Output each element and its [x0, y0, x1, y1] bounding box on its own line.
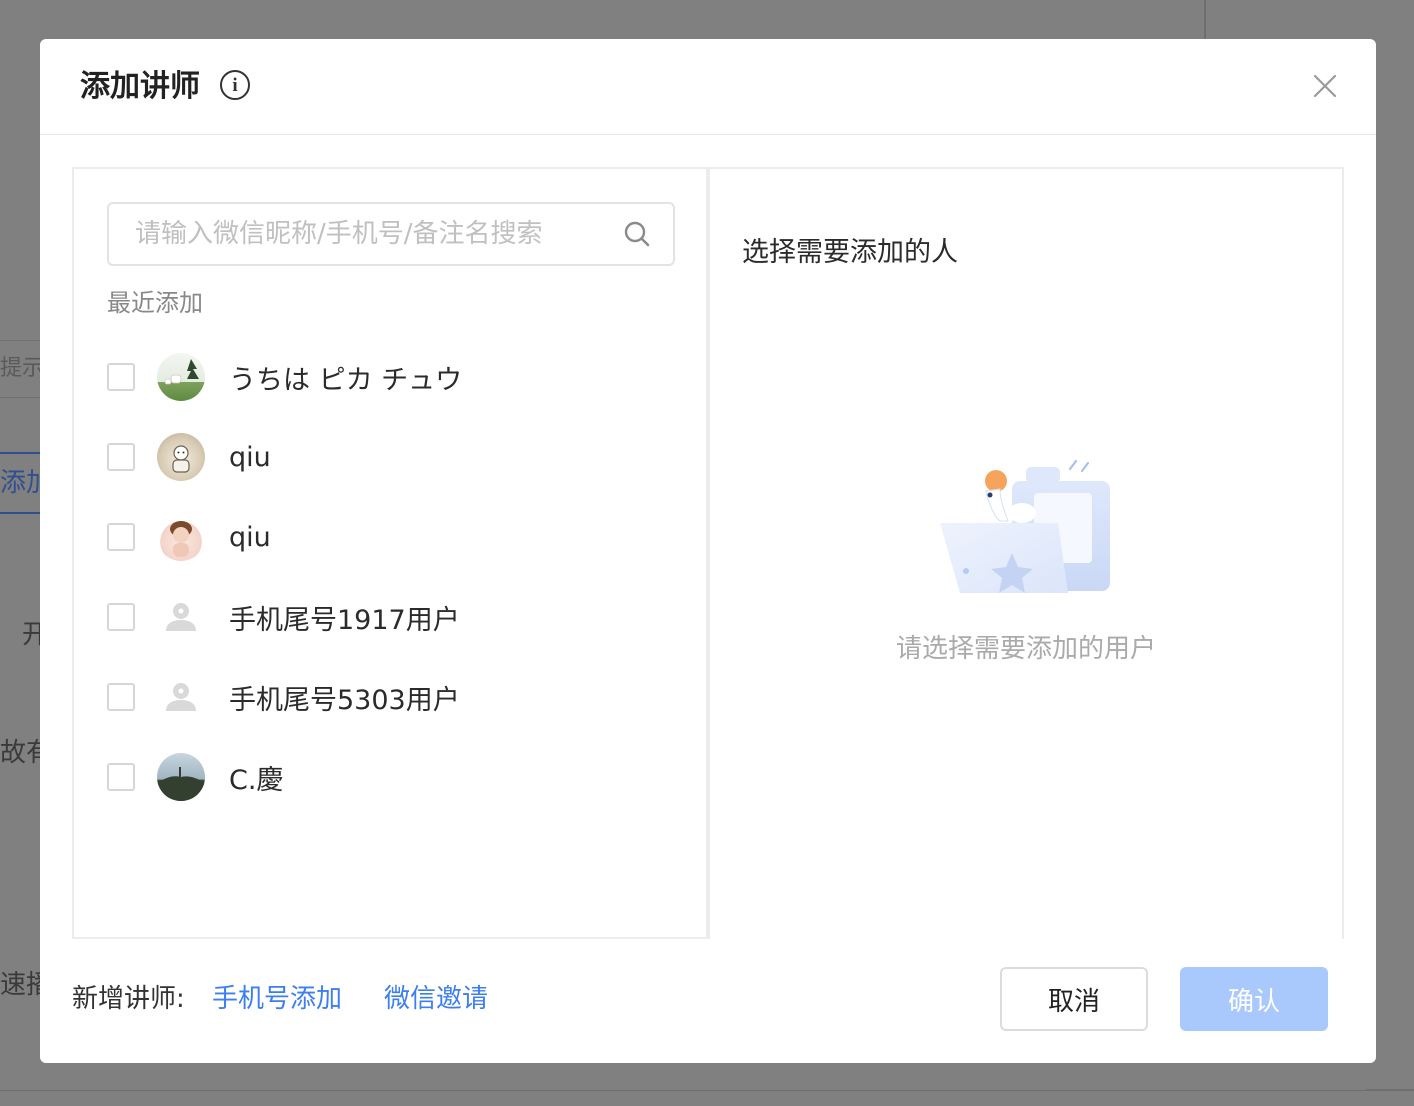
- user-checkbox[interactable]: [107, 683, 135, 711]
- user-name: うちは ピカ チュウ: [229, 364, 463, 396]
- info-icon[interactable]: i: [220, 70, 250, 100]
- user-name: 手机尾号1917用户: [229, 604, 460, 636]
- user-checkbox[interactable]: [107, 763, 135, 791]
- user-checkbox[interactable]: [107, 523, 135, 551]
- default-user-icon: [157, 673, 205, 721]
- background-text-fragment: 故有: [0, 738, 40, 768]
- background-hint-box: 提示: [0, 340, 42, 398]
- user-name: qiu: [229, 521, 271, 553]
- dialog-header: 添加讲师 i: [40, 39, 1376, 135]
- add-lecturer-label: 新增讲师:: [72, 984, 185, 1014]
- user-select-panel: 最近添加 うちは ピカ チュウ: [72, 167, 708, 939]
- search-box: [107, 202, 675, 266]
- list-item[interactable]: 手机尾号1917用户: [107, 577, 667, 657]
- wechat-invite-link[interactable]: 微信邀请: [384, 981, 488, 1017]
- list-item[interactable]: qiu: [107, 497, 667, 577]
- avatar: [157, 753, 205, 801]
- empty-folder-icon: [940, 459, 1110, 593]
- avatar: [157, 353, 205, 401]
- selected-panel-title: 选择需要添加的人: [742, 237, 958, 268]
- default-user-icon: [157, 593, 205, 641]
- dialog-footer: 新增讲师: 手机号添加 微信邀请 取消 确认: [72, 967, 1344, 1031]
- list-item[interactable]: qiu: [107, 417, 667, 497]
- add-lecturer-dialog: 添加讲师 i 最近添加: [40, 39, 1376, 1063]
- search-input[interactable]: [109, 204, 619, 264]
- background-text-fragment: 速播: [0, 970, 40, 1000]
- user-name: qiu: [229, 441, 271, 473]
- confirm-button[interactable]: 确认: [1180, 967, 1328, 1031]
- list-item[interactable]: 手机尾号5303用户: [107, 657, 667, 737]
- avatar: [157, 513, 205, 561]
- background-text-fragment: 开: [22, 620, 42, 650]
- user-list: うちは ピカ チュウ qiu qiu 手机尾号1917用户 手机尾号5303用户…: [107, 337, 667, 817]
- dialog-body: 最近添加 うちは ピカ チュウ: [72, 167, 1344, 939]
- recent-added-label: 最近添加: [107, 289, 203, 317]
- user-checkbox[interactable]: [107, 443, 135, 471]
- background-divider: [1204, 0, 1206, 40]
- user-name: 手机尾号5303用户: [229, 684, 460, 716]
- user-checkbox[interactable]: [107, 363, 135, 391]
- background-add-tab: 添加: [0, 452, 42, 514]
- selected-users-panel: 选择需要添加的人 请选择需要添加的用户: [708, 167, 1344, 939]
- cancel-button[interactable]: 取消: [1000, 967, 1148, 1031]
- list-item[interactable]: うちは ピカ チュウ: [107, 337, 667, 417]
- search-icon[interactable]: [623, 220, 651, 248]
- user-name: C.慶: [229, 764, 284, 796]
- phone-add-link[interactable]: 手机号添加: [212, 981, 342, 1017]
- empty-state-text: 请选择需要添加的用户: [895, 634, 1156, 664]
- background-divider: [0, 1090, 1414, 1091]
- close-icon[interactable]: [1310, 71, 1340, 101]
- user-checkbox[interactable]: [107, 603, 135, 631]
- dialog-title: 添加讲师: [80, 69, 200, 104]
- list-item[interactable]: C.慶: [107, 737, 667, 817]
- avatar: [157, 433, 205, 481]
